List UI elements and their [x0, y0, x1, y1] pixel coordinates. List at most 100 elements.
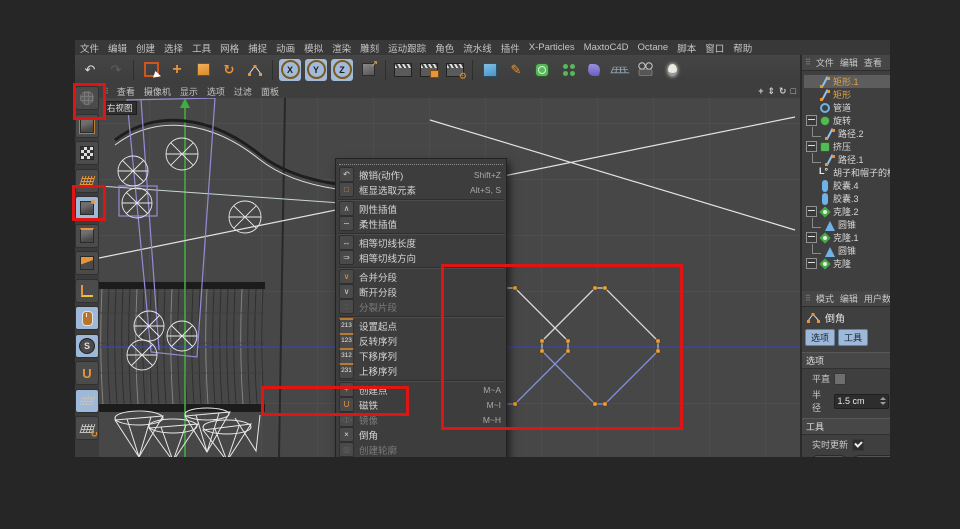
add-primitive-cube-button[interactable]	[478, 58, 502, 82]
context-menu-item-bevel[interactable]: × 倒角	[336, 427, 506, 442]
viewport-menu-item[interactable]: 面板	[261, 85, 279, 98]
object-row[interactable]: 克隆.1	[804, 231, 890, 244]
apply-button[interactable]: 应用	[810, 455, 849, 457]
object-row[interactable]: 挤压	[804, 140, 890, 153]
object-row[interactable]: 路径.2	[804, 127, 890, 140]
collapse-toggle[interactable]	[806, 232, 817, 243]
context-menu-item[interactable]: ∨ 断开分段	[336, 284, 506, 299]
undo-button[interactable]: ↶	[78, 58, 102, 82]
context-menu-item[interactable]: ⇒ 相等切线方向	[336, 250, 506, 265]
menubar-item[interactable]: 脚本	[677, 41, 696, 55]
axis-mode-button[interactable]	[75, 278, 99, 303]
menubar-item[interactable]: 插件	[501, 41, 520, 55]
object-row[interactable]: 路径.1	[804, 153, 890, 166]
viewport-menu-item[interactable]: 显示	[180, 85, 198, 98]
rotate-tool-button[interactable]: ↻	[217, 58, 241, 82]
menubar-item[interactable]: 文件	[80, 41, 99, 55]
menubar-item[interactable]: 渲染	[332, 41, 351, 55]
tab-tool[interactable]: 工具	[838, 329, 869, 346]
workplane-mode-button[interactable]	[75, 168, 99, 193]
menubar-item[interactable]: 雕刻	[360, 41, 379, 55]
texture-mode-button[interactable]	[75, 141, 99, 165]
radius-field[interactable]: 1.5 cm	[834, 393, 889, 409]
model-mode-button[interactable]	[75, 113, 99, 138]
tab-options[interactable]: 选项	[805, 329, 836, 346]
context-menu-item[interactable]: 213 设置起点	[336, 317, 506, 334]
attribute-manager-menu-item[interactable]: 编辑	[840, 292, 858, 305]
object-row[interactable]: 旋转	[804, 114, 890, 127]
polygons-mode-button[interactable]	[75, 251, 99, 275]
collapse-toggle[interactable]	[806, 141, 817, 152]
flat-checkbox[interactable]	[834, 372, 847, 385]
realtime-update-checkbox[interactable]	[852, 438, 865, 451]
floor-environment-button[interactable]	[608, 58, 632, 82]
move-tool-button[interactable]: +	[165, 58, 189, 82]
edges-mode-button[interactable]	[75, 223, 99, 248]
tear-off-strip[interactable]	[339, 160, 503, 165]
render-settings-button[interactable]: ⚙	[443, 58, 467, 82]
toggle-view-icon[interactable]: □	[791, 86, 796, 97]
menubar-item[interactable]: MaxtoC4D	[584, 42, 629, 53]
viewport-menu-item[interactable]: 过滤	[234, 85, 252, 98]
menubar-item[interactable]: 选择	[164, 41, 183, 55]
menubar-item[interactable]: 编辑	[108, 41, 127, 55]
menubar-item[interactable]: X-Particles	[529, 42, 575, 53]
menubar-item[interactable]: Octane	[638, 42, 669, 53]
menubar-item[interactable]: 网格	[220, 41, 239, 55]
object-row[interactable]: 胡子和帽子的样条	[804, 166, 890, 179]
context-menu-item[interactable]: ∧ 刚性插值	[336, 201, 506, 216]
magnet-button[interactable]: U	[75, 361, 99, 385]
object-row[interactable]: 胶囊.3	[804, 192, 890, 205]
zoom-view-icon[interactable]: ⇕	[767, 86, 775, 97]
object-manager-menu-item[interactable]: 查看	[864, 56, 882, 69]
viewport-menu-item[interactable]: 选项	[207, 85, 225, 98]
context-menu-item[interactable]: + 创建点 M~A	[336, 382, 506, 397]
collapse-toggle[interactable]	[806, 258, 817, 269]
points-mode-button[interactable]	[75, 196, 99, 220]
live-selection-tool-button[interactable]	[139, 58, 163, 82]
z-axis-lock-button[interactable]: Z	[331, 58, 353, 81]
render-view-button[interactable]	[391, 58, 415, 82]
new-transform-button[interactable]: 新的变换	[852, 455, 890, 457]
context-menu-item[interactable]: ↔ 相等切线长度	[336, 235, 506, 250]
object-manager-menu-item[interactable]: 文件	[816, 56, 834, 69]
object-row[interactable]: 矩形.1	[804, 75, 890, 88]
subdivision-surface-button[interactable]	[530, 58, 554, 82]
context-menu-item[interactable]: 231 上移序列	[336, 362, 506, 379]
menubar-item[interactable]: 创建	[136, 41, 155, 55]
radius-stepper[interactable]	[880, 397, 886, 405]
context-menu-item[interactable]: ↶ 撤销(动作) Shift+Z	[336, 167, 506, 182]
last-used-tool-bevel-button[interactable]	[243, 58, 267, 82]
context-menu-item[interactable]: 312 下移序列	[336, 347, 506, 364]
lock-workplane-button[interactable]	[75, 388, 99, 413]
menubar-item[interactable]: 窗口	[705, 41, 724, 55]
pan-view-icon[interactable]: +	[758, 86, 763, 97]
context-menu-item[interactable]: ∨ 合并分段	[336, 269, 506, 284]
rotate-view-icon[interactable]: ↻	[779, 86, 787, 97]
attribute-manager-menu-item[interactable]: 模式	[816, 292, 834, 305]
object-row[interactable]: 矩形	[804, 88, 890, 101]
make-editable-button[interactable]	[75, 86, 99, 110]
context-menu-item[interactable]: ∼ 柔性插值	[336, 216, 506, 231]
viewport-menu-item[interactable]: 摄像机	[144, 85, 171, 98]
x-axis-lock-button[interactable]: X	[279, 58, 301, 81]
menubar-item[interactable]: 捕捉	[248, 41, 267, 55]
menubar-item[interactable]: 模拟	[304, 41, 323, 55]
redo-button[interactable]: ↷	[104, 58, 128, 82]
attribute-manager-menu-item[interactable]: 用户数据	[864, 292, 890, 305]
context-menu-item[interactable]: U 磁铁 M~I	[336, 397, 506, 412]
coordinate-system-button[interactable]: ↗	[356, 58, 380, 82]
context-menu-item[interactable]: □ 框显选取元素 Alt+S, S	[336, 182, 506, 197]
collapse-toggle[interactable]	[806, 115, 817, 126]
object-row[interactable]: 圆锥	[804, 218, 890, 231]
render-picture-viewer-button[interactable]	[417, 58, 441, 82]
menubar-item[interactable]: 运动跟踪	[388, 41, 426, 55]
scale-tool-button[interactable]	[191, 58, 215, 82]
snap-button[interactable]: S	[75, 333, 99, 358]
y-axis-lock-button[interactable]: Y	[305, 58, 327, 81]
object-row[interactable]: 圆锥	[804, 244, 890, 257]
object-manager-menu-item[interactable]: 编辑	[840, 56, 858, 69]
object-row[interactable]: 克隆.2	[804, 205, 890, 218]
camera-button[interactable]	[634, 58, 658, 82]
menubar-item[interactable]: 工具	[192, 41, 211, 55]
